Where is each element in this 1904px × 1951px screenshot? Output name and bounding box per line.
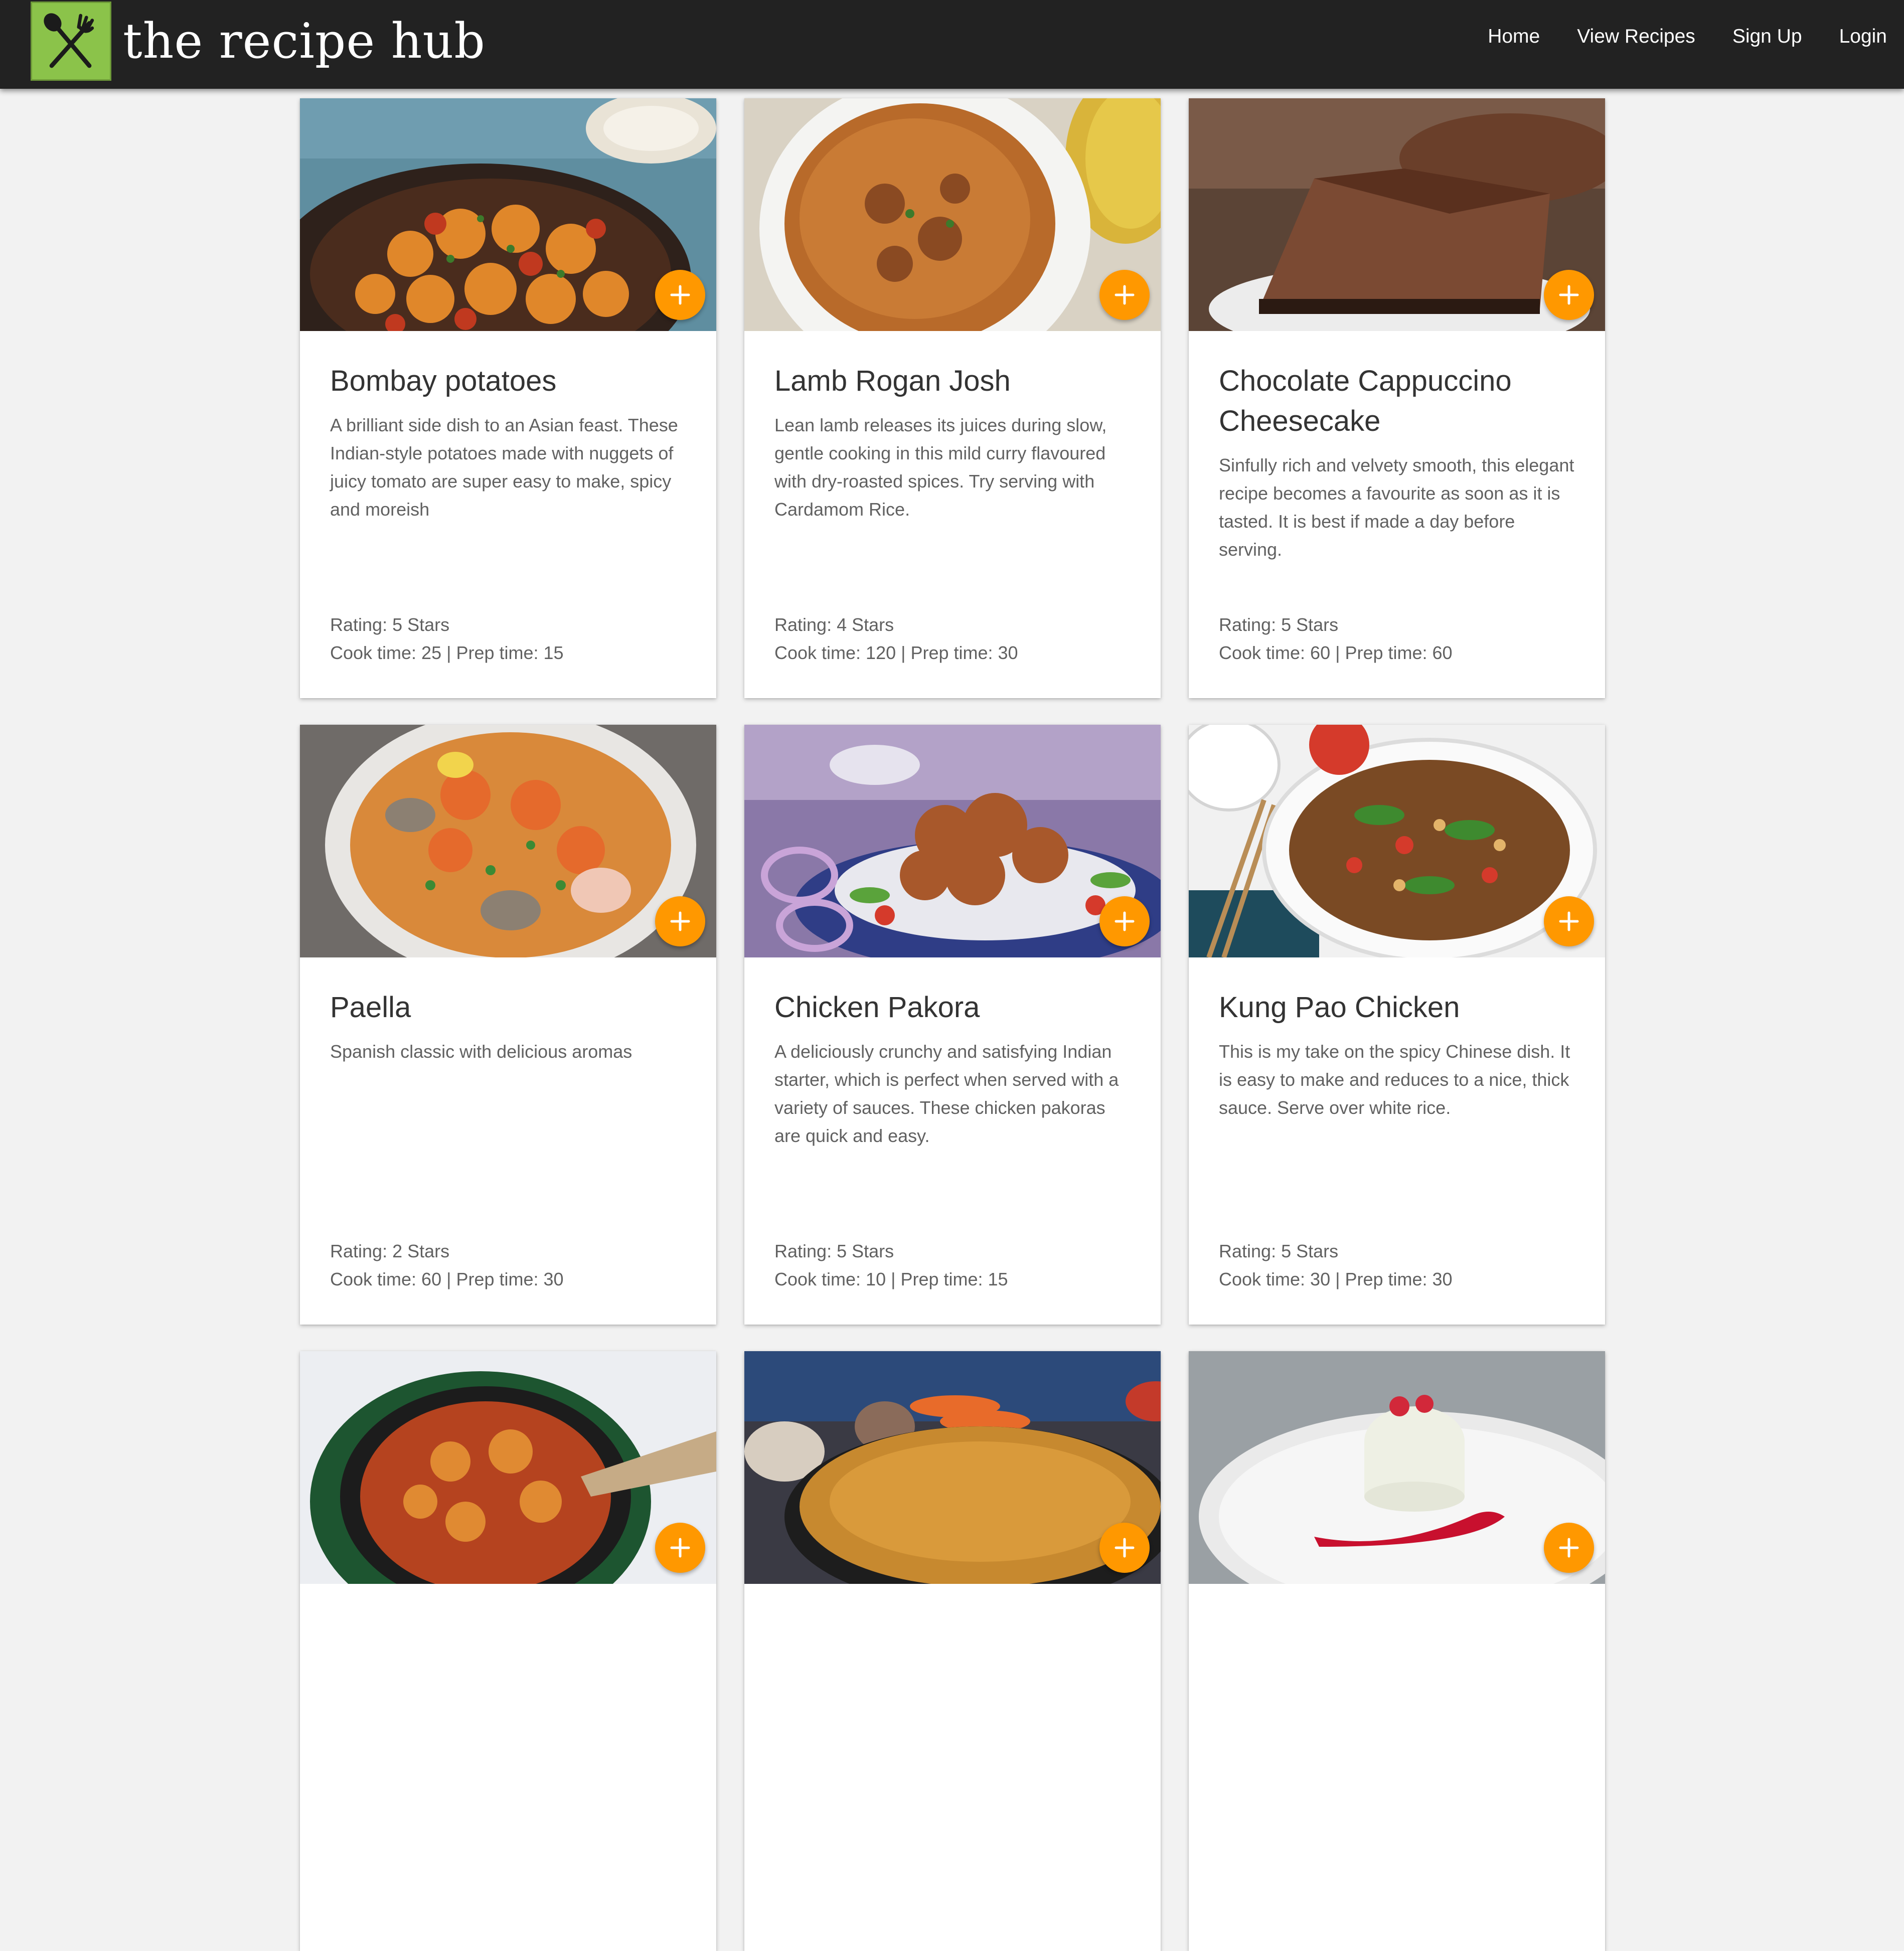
- paella-photo[interactable]: [300, 725, 716, 957]
- plus-icon: [1559, 1538, 1579, 1558]
- recipe-rating: Rating: 5 Stars: [330, 614, 450, 635]
- add-recipe-button[interactable]: [1099, 1523, 1150, 1573]
- plus-icon: [1115, 911, 1135, 931]
- add-recipe-button[interactable]: [1099, 270, 1150, 320]
- stew-pot-photo[interactable]: [300, 1351, 716, 1584]
- brand-title[interactable]: the recipe hub: [123, 6, 486, 76]
- spoon-and-fork-icon[interactable]: [31, 2, 111, 81]
- recipe-description: Lean lamb releases its juices during slo…: [774, 415, 1107, 520]
- plus-icon: [1559, 911, 1579, 931]
- add-recipe-button[interactable]: [655, 896, 705, 946]
- card-content: Paella Spanish classic with delicious ar…: [330, 957, 686, 1325]
- recipe-description: A brilliant side dish to an Asian feast.…: [330, 415, 678, 520]
- recipe-grid: Bombay potatoes A brilliant side dish to…: [300, 98, 1606, 1951]
- chicken-pakora-photo[interactable]: [744, 725, 1161, 957]
- recipe-card[interactable]: Chocolate Cappuccino Cheesecake Sinfully…: [1189, 98, 1605, 698]
- chocolate-cheesecake-photo[interactable]: [1189, 98, 1605, 331]
- plus-icon: [1115, 285, 1135, 305]
- recipe-description: Sinfully rich and velvety smooth, this e…: [1219, 455, 1574, 560]
- plus-icon: [670, 911, 690, 931]
- bombay-potatoes-photo[interactable]: [300, 98, 716, 331]
- recipe-card[interactable]: [1189, 1351, 1605, 1951]
- nav-link-home[interactable]: Home: [1488, 26, 1540, 48]
- recipe-times: Cook time: 60 | Prep time: 30: [330, 1269, 564, 1289]
- recipe-times: Cook time: 120 | Prep time: 30: [774, 642, 1018, 663]
- nav-link-login[interactable]: Login: [1839, 26, 1887, 48]
- card-content: Bombay potatoes A brilliant side dish to…: [330, 331, 686, 698]
- recipe-times: Cook time: 25 | Prep time: 15: [330, 642, 564, 663]
- recipe-rating: Rating: 2 Stars: [330, 1241, 450, 1261]
- recipe-description: A deliciously crunchy and satisfying Ind…: [774, 1041, 1119, 1146]
- recipe-times: Cook time: 10 | Prep time: 15: [774, 1269, 1008, 1289]
- add-recipe-button[interactable]: [1544, 1523, 1594, 1573]
- add-recipe-button[interactable]: [1099, 896, 1150, 946]
- recipe-description: Spanish classic with delicious aromas: [330, 1041, 632, 1062]
- recipe-title[interactable]: Kung Pao Chicken: [1219, 988, 1575, 1028]
- lamb-rogan-josh-photo[interactable]: [744, 98, 1161, 331]
- recipe-title[interactable]: Bombay potatoes: [330, 361, 686, 401]
- card-content: Kung Pao Chicken This is my take on the …: [1219, 957, 1575, 1325]
- recipe-card[interactable]: [744, 1351, 1161, 1951]
- add-recipe-button[interactable]: [655, 1523, 705, 1573]
- recipe-rating: Rating: 5 Stars: [774, 1241, 894, 1261]
- add-recipe-button[interactable]: [655, 270, 705, 320]
- nav-link-view-recipes[interactable]: View Recipes: [1577, 26, 1695, 48]
- recipe-title[interactable]: Paella: [330, 988, 686, 1028]
- kung-pao-chicken-photo[interactable]: [1189, 725, 1605, 957]
- recipe-title[interactable]: Chicken Pakora: [774, 988, 1131, 1028]
- plus-icon: [1559, 285, 1579, 305]
- recipe-meta: Rating: 2 Stars Cook time: 60 | Prep tim…: [330, 1237, 686, 1293]
- recipe-card[interactable]: Kung Pao Chicken This is my take on the …: [1189, 725, 1605, 1325]
- recipe-title[interactable]: Lamb Rogan Josh: [774, 361, 1131, 401]
- card-content: Chocolate Cappuccino Cheesecake Sinfully…: [1219, 331, 1575, 698]
- recipe-rating: Rating: 5 Stars: [1219, 1241, 1339, 1261]
- recipe-card[interactable]: [300, 1351, 716, 1951]
- add-recipe-button[interactable]: [1544, 896, 1594, 946]
- recipe-card[interactable]: Paella Spanish classic with delicious ar…: [300, 725, 716, 1325]
- recipe-times: Cook time: 60 | Prep time: 60: [1219, 642, 1453, 663]
- recipe-card[interactable]: Chicken Pakora A deliciously crunchy and…: [744, 725, 1161, 1325]
- recipe-meta: Rating: 5 Stars Cook time: 60 | Prep tim…: [1219, 611, 1575, 667]
- add-recipe-button[interactable]: [1544, 270, 1594, 320]
- recipe-card[interactable]: Lamb Rogan Josh Lean lamb releases its j…: [744, 98, 1161, 698]
- plus-icon: [670, 285, 690, 305]
- recipe-meta: Rating: 5 Stars Cook time: 25 | Prep tim…: [330, 611, 686, 667]
- top-navbar: the recipe hub Home View Recipes Sign Up…: [0, 0, 1904, 89]
- pie-photo[interactable]: [744, 1351, 1161, 1584]
- plus-icon: [670, 1538, 690, 1558]
- recipe-description: This is my take on the spicy Chinese dis…: [1219, 1041, 1570, 1118]
- recipe-rating: Rating: 5 Stars: [1219, 614, 1339, 635]
- panna-cotta-photo[interactable]: [1189, 1351, 1605, 1584]
- card-content: Lamb Rogan Josh Lean lamb releases its j…: [774, 331, 1131, 698]
- recipe-meta: Rating: 5 Stars Cook time: 30 | Prep tim…: [1219, 1237, 1575, 1293]
- recipe-meta: Rating: 4 Stars Cook time: 120 | Prep ti…: [774, 611, 1131, 667]
- nav-link-sign-up[interactable]: Sign Up: [1732, 26, 1802, 48]
- recipe-card[interactable]: Bombay potatoes A brilliant side dish to…: [300, 98, 716, 698]
- recipe-title[interactable]: Chocolate Cappuccino Cheesecake: [1219, 361, 1575, 441]
- recipe-times: Cook time: 30 | Prep time: 30: [1219, 1269, 1453, 1289]
- card-content: Chicken Pakora A deliciously crunchy and…: [774, 957, 1131, 1325]
- plus-icon: [1115, 1538, 1135, 1558]
- recipe-rating: Rating: 4 Stars: [774, 614, 894, 635]
- recipe-meta: Rating: 5 Stars Cook time: 10 | Prep tim…: [774, 1237, 1131, 1293]
- nav-links: Home View Recipes Sign Up Login: [1488, 0, 1887, 73]
